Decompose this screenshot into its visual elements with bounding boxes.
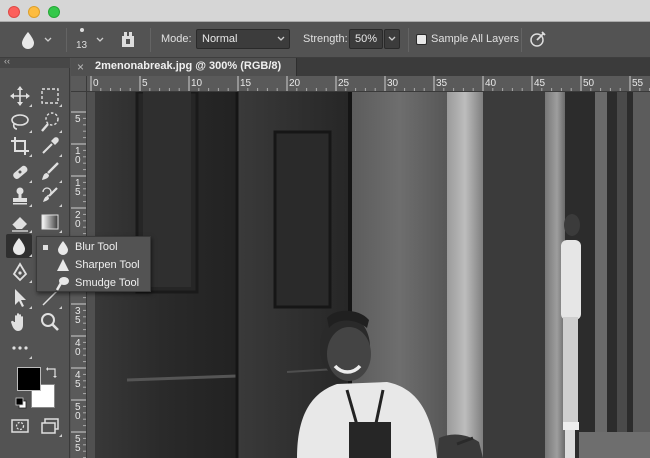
ruler-label: 0 (75, 347, 81, 358)
sample-all-layers-checkbox[interactable] (416, 34, 427, 45)
strength-label: Strength: (303, 33, 348, 45)
sample-all-layers-label: Sample All Layers (431, 33, 520, 45)
selected-indicator (43, 245, 48, 250)
eraser-tool[interactable] (8, 210, 32, 234)
smudge-tool-menu-item[interactable]: Smudge Tool (37, 274, 150, 292)
sharpen-tool-label: Sharpen Tool (75, 259, 140, 271)
ruler-label: 55 (632, 78, 644, 89)
blur-drop-icon (58, 241, 68, 255)
brush-panel-icon (122, 32, 134, 47)
ruler-label: 45 (534, 78, 546, 89)
ruler-label: 5 (75, 187, 81, 198)
blur-tool[interactable] (6, 234, 32, 258)
ruler-label: 5 (75, 315, 81, 326)
lasso-tool[interactable] (8, 110, 32, 134)
chevron-down-icon (96, 37, 104, 42)
quick-select-tool[interactable] (38, 110, 62, 134)
smudge-finger-icon (55, 277, 69, 291)
pressure-pen-icon (530, 31, 546, 47)
ruler-label: 25 (338, 78, 350, 89)
hand-icon (11, 313, 23, 331)
clone-stamp-tool[interactable] (8, 184, 32, 208)
document-tab-bar: × 2menonabreak.jpg @ 300% (RGB/8) (71, 58, 650, 76)
collapse-panel-button[interactable]: ‹‹ (4, 56, 10, 66)
screen-mode-button[interactable] (38, 414, 62, 438)
mode-value: Normal (202, 33, 238, 45)
ruler-label: 35 (436, 78, 448, 89)
brush-size-value: 13 (76, 40, 88, 51)
close-tab-icon[interactable]: × (77, 60, 84, 74)
horizontal-ruler-ticks: 0 5 10 15 20 25 30 35 40 45 50 55 (90, 76, 650, 91)
ruler-label: 5 (142, 78, 148, 89)
document-tab[interactable]: × 2menonabreak.jpg @ 300% (RGB/8) (71, 58, 297, 76)
ruler-label: 0 (75, 219, 81, 230)
foreground-color-swatch[interactable] (17, 367, 41, 391)
ruler-label: 50 (583, 78, 595, 89)
blur-tool-menu-item[interactable]: Blur Tool (37, 238, 150, 256)
strength-value: 50% (355, 33, 378, 45)
document-tab-title: 2menonabreak.jpg @ 300% (RGB/8) (95, 60, 282, 72)
blur-tool-label: Blur Tool (75, 241, 118, 253)
strength-dropdown-button[interactable] (384, 29, 400, 49)
crop-tool[interactable] (8, 134, 32, 158)
swap-arrows-icon (46, 367, 57, 378)
history-brush-tool[interactable] (38, 184, 62, 208)
healing-brush-tool[interactable] (8, 160, 32, 184)
ruler-origin[interactable] (71, 76, 87, 92)
tool-preset-picker[interactable] (16, 28, 58, 52)
blur-drop-icon (22, 32, 34, 49)
quick-mask-icon (11, 419, 29, 433)
ruler-label: 5 (75, 114, 81, 125)
smudge-tool-label: Smudge Tool (75, 277, 140, 289)
eyedropper-tool[interactable] (38, 134, 62, 158)
minimize-window-button[interactable] (28, 6, 40, 18)
swap-colors-button[interactable] (46, 366, 58, 378)
mode-select[interactable]: Normal (196, 29, 290, 49)
ruler-label: 5 (75, 443, 81, 454)
default-colors-icon (15, 397, 27, 409)
brush-settings-panel-button[interactable] (118, 30, 138, 50)
chevron-down-icon (44, 37, 52, 42)
quick-mask-button[interactable] (8, 414, 32, 438)
mode-label: Mode: (161, 33, 192, 45)
zoom-window-button[interactable] (48, 6, 60, 18)
photo (87, 92, 650, 458)
chevron-down-icon (277, 36, 285, 41)
ruler-label: 15 (240, 78, 252, 89)
ruler-label: 10 (191, 78, 203, 89)
blur-tools-flyout-menu: Blur Tool Sharpen Tool Smudge Tool (36, 236, 151, 292)
ruler-label: 0 (93, 78, 99, 89)
gradient-tool[interactable] (38, 210, 62, 234)
window-title-bar (0, 0, 650, 22)
pen-tool[interactable] (8, 260, 32, 284)
zoom-tool[interactable] (38, 310, 62, 334)
sharpen-triangle-icon (57, 259, 69, 271)
brush-tip-dot (80, 28, 84, 32)
horizontal-ruler[interactable]: 0 5 10 15 20 25 30 35 40 45 50 55 (87, 76, 650, 92)
ruler-label: 0 (75, 411, 81, 422)
brush-preset-picker[interactable]: 13 (74, 26, 108, 56)
options-bar: 13 Mode: Normal Strength: 50% Sample All… (0, 22, 650, 58)
ruler-label: 20 (289, 78, 301, 89)
sharpen-tool-menu-item[interactable]: Sharpen Tool (37, 256, 150, 274)
brush-tool[interactable] (38, 160, 62, 184)
edit-toolbar-button[interactable] (8, 336, 32, 360)
default-colors-button[interactable] (15, 397, 27, 409)
path-selection-tool[interactable] (8, 286, 32, 310)
ruler-label: 40 (485, 78, 497, 89)
close-window-button[interactable] (8, 6, 20, 18)
marquee-tool[interactable] (38, 84, 62, 108)
ruler-label: 30 (387, 78, 399, 89)
document-canvas[interactable] (87, 92, 650, 458)
zoom-icon (41, 313, 59, 331)
panel-header: ‹‹ (0, 56, 70, 68)
chevron-down-icon (388, 36, 396, 41)
ruler-label: 0 (75, 155, 81, 166)
hand-tool[interactable] (8, 310, 32, 334)
pressure-button[interactable] (528, 29, 548, 49)
strength-input[interactable]: 50% (349, 29, 383, 49)
ruler-label: 5 (75, 379, 81, 390)
move-tool[interactable] (8, 84, 32, 108)
